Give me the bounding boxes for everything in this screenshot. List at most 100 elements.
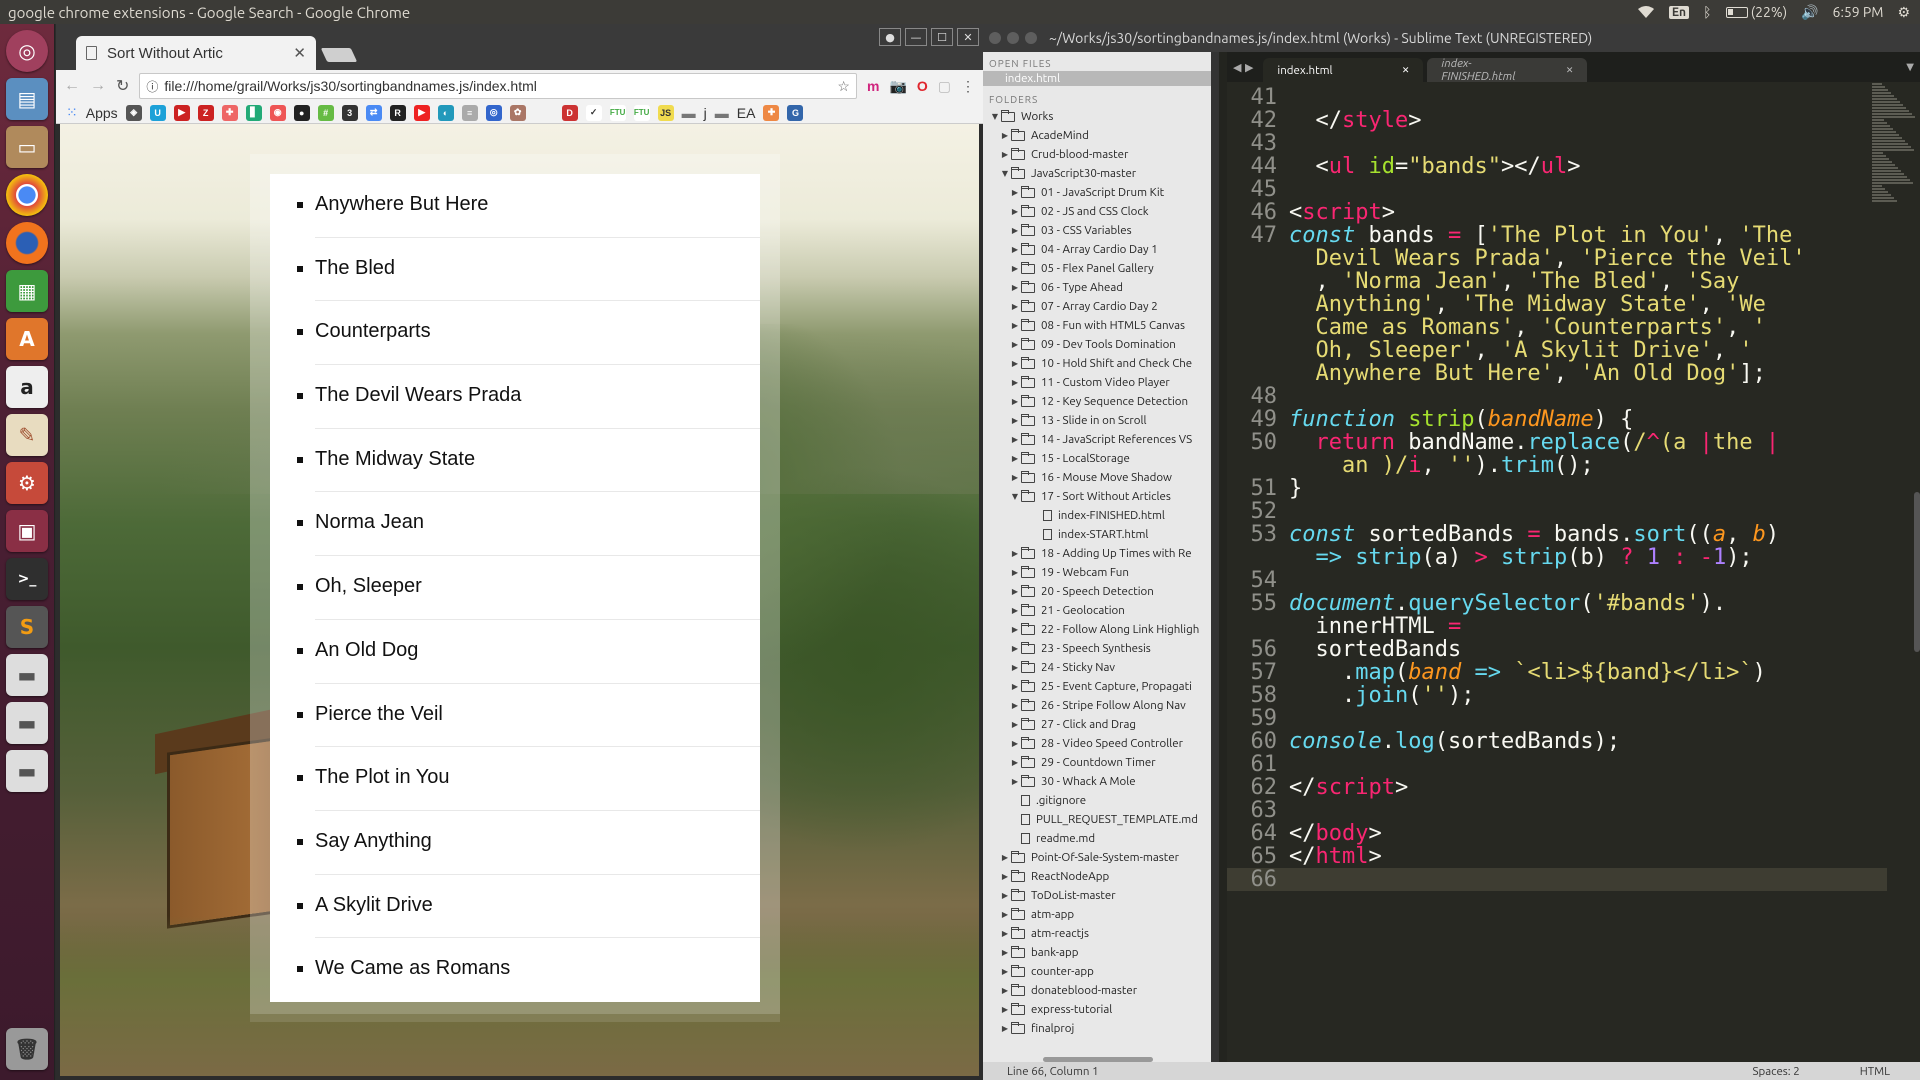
- folder-item[interactable]: ▶ 13 - Slide in on Scroll: [983, 411, 1211, 430]
- open-file-item[interactable]: index.html: [983, 71, 1211, 86]
- folder-item[interactable]: ▶ Crud-blood-master: [983, 145, 1211, 164]
- collapsed-arrow-icon[interactable]: ▶: [1009, 359, 1021, 368]
- software-center-icon[interactable]: A: [6, 318, 48, 360]
- menu-icon[interactable]: ⋮: [961, 78, 975, 95]
- folder-item[interactable]: ▶ 05 - Flex Panel Gallery: [983, 259, 1211, 278]
- spreadsheet-icon[interactable]: ▦: [6, 270, 48, 312]
- info-icon[interactable]: ⓘ: [146, 78, 158, 95]
- text-editor-icon[interactable]: ✎: [6, 414, 48, 456]
- folder-item[interactable]: ▶ 21 - Geolocation: [983, 601, 1211, 620]
- youtube-icon[interactable]: ▶: [413, 104, 430, 121]
- folder-item[interactable]: ▶ 22 - Follow Along Link Highligh: [983, 620, 1211, 639]
- collapsed-arrow-icon[interactable]: ▶: [1009, 549, 1021, 558]
- minimize-button[interactable]: —: [905, 28, 927, 46]
- collapsed-arrow-icon[interactable]: ▶: [1009, 283, 1021, 292]
- folder-item[interactable]: ▶ 24 - Sticky Nav: [983, 658, 1211, 677]
- folder-item[interactable]: ▶ 28 - Video Speed Controller: [983, 734, 1211, 753]
- collapsed-arrow-icon[interactable]: ▶: [1009, 397, 1021, 406]
- battery-indicator[interactable]: (22%): [1725, 4, 1787, 20]
- folder-item[interactable]: ▶ Point-Of-Sale-System-master: [983, 848, 1211, 867]
- drive-icon[interactable]: ▬: [6, 750, 48, 792]
- bookmark-icon[interactable]: 3: [341, 104, 358, 121]
- ubuntu-dash-icon[interactable]: ◎: [6, 30, 48, 72]
- folder-item[interactable]: ▶ atm-reactjs: [983, 924, 1211, 943]
- maximize-button[interactable]: ☐: [931, 28, 953, 46]
- close-tab-icon[interactable]: ✕: [1566, 65, 1574, 76]
- tab-dropdown-icon[interactable]: ▼: [1906, 62, 1914, 73]
- bookmark-icon[interactable]: ≡: [461, 104, 478, 121]
- file-item[interactable]: .gitignore: [983, 791, 1211, 810]
- file-item[interactable]: index-START.html: [983, 525, 1211, 544]
- folder-item[interactable]: ▶ 11 - Custom Video Player: [983, 373, 1211, 392]
- collapsed-arrow-icon[interactable]: ▶: [999, 910, 1011, 919]
- settings-icon[interactable]: ⚙: [6, 462, 48, 504]
- bookmark-icon[interactable]: ◈: [125, 104, 142, 121]
- profile-icon[interactable]: ●: [879, 28, 901, 46]
- bookmark-icon[interactable]: ✚: [221, 104, 238, 121]
- bookmark-icon[interactable]: #: [317, 104, 334, 121]
- bookmark-apps[interactable]: Apps: [86, 105, 118, 121]
- clock[interactable]: 6:59 PM: [1833, 4, 1884, 20]
- bookmark-icon[interactable]: ◉: [269, 104, 286, 121]
- folder-item[interactable]: ▶ express-tutorial: [983, 1000, 1211, 1019]
- folder-item[interactable]: ▶ 26 - Stripe Follow Along Nav: [983, 696, 1211, 715]
- collapsed-arrow-icon[interactable]: ▶: [999, 1005, 1011, 1014]
- bookmark-icon[interactable]: U: [149, 104, 166, 121]
- indentation-setting[interactable]: Spaces: 2: [1752, 1065, 1799, 1078]
- bluetooth-icon[interactable]: ᛒ: [1703, 4, 1711, 20]
- folder-item[interactable]: ▶ 18 - Adding Up Times with Re: [983, 544, 1211, 563]
- collapsed-arrow-icon[interactable]: ▶: [999, 1024, 1011, 1033]
- collapsed-arrow-icon[interactable]: ▶: [1009, 720, 1021, 729]
- collapsed-arrow-icon[interactable]: ▶: [1009, 416, 1021, 425]
- folder-item[interactable]: ▶ 19 - Webcam Fun: [983, 563, 1211, 582]
- folder-item[interactable]: ▶ 01 - JavaScript Drum Kit: [983, 183, 1211, 202]
- folder-item[interactable]: ▶ ReactNodeApp: [983, 867, 1211, 886]
- firefox-icon[interactable]: [6, 222, 48, 264]
- folder-item[interactable]: ▶ bank-app: [983, 943, 1211, 962]
- folder-item[interactable]: ▶ 27 - Click and Drag: [983, 715, 1211, 734]
- folder-item[interactable]: ▶ 02 - JS and CSS Clock: [983, 202, 1211, 221]
- volume-icon[interactable]: 🔊: [1801, 4, 1818, 21]
- folder-item[interactable]: ▶ 07 - Array Cardio Day 2: [983, 297, 1211, 316]
- expanded-arrow-icon[interactable]: ▼: [989, 112, 1001, 121]
- terminal-icon[interactable]: >_: [6, 558, 48, 600]
- chrome-icon[interactable]: [6, 174, 48, 216]
- code-area[interactable]: 41 42 </style> 43 44 <ul id="bands"></ul> 45…: [1227, 82, 1887, 1068]
- bookmark-icon[interactable]: FTU: [609, 104, 626, 121]
- folder-item[interactable]: ▼ 17 - Sort Without Articles: [983, 487, 1211, 506]
- expanded-arrow-icon[interactable]: ▼: [999, 169, 1011, 178]
- forward-icon[interactable]: →: [90, 77, 106, 95]
- collapsed-arrow-icon[interactable]: ▶: [1009, 701, 1021, 710]
- editor-tab[interactable]: index.html ✕: [1263, 58, 1424, 82]
- collapsed-arrow-icon[interactable]: ▶: [1009, 682, 1021, 691]
- close-window-button[interactable]: ✕: [957, 28, 979, 46]
- folder-item[interactable]: ▶ donateblood-master: [983, 981, 1211, 1000]
- folder-item[interactable]: ▶ 25 - Event Capture, Propagati: [983, 677, 1211, 696]
- extension-blank-icon[interactable]: ▢: [938, 78, 951, 95]
- collapsed-arrow-icon[interactable]: ▶: [999, 131, 1011, 140]
- minimap[interactable]: [1872, 82, 1920, 232]
- gear-icon[interactable]: ⚙: [1897, 4, 1910, 21]
- folder-item[interactable]: ▶ 10 - Hold Shift and Check Che: [983, 354, 1211, 373]
- close-tab-icon[interactable]: ✕: [293, 44, 306, 62]
- github-icon[interactable]: ●: [293, 104, 310, 121]
- bookmark-icon[interactable]: ◎: [485, 104, 502, 121]
- collapsed-arrow-icon[interactable]: ▶: [1009, 188, 1021, 197]
- collapsed-arrow-icon[interactable]: ▶: [999, 891, 1011, 900]
- bookmark-folder-ea[interactable]: EA: [737, 105, 756, 121]
- file-manager-icon[interactable]: ▭: [6, 126, 48, 168]
- collapsed-arrow-icon[interactable]: ▶: [1009, 606, 1021, 615]
- bookmark-icon[interactable]: ◐: [437, 104, 454, 121]
- bookmark-icon[interactable]: Z: [197, 104, 214, 121]
- folder-item[interactable]: ▶ atm-app: [983, 905, 1211, 924]
- folder-item[interactable]: ▶ AcadeMind: [983, 126, 1211, 145]
- bookmark-icon[interactable]: JS: [657, 104, 674, 121]
- folder-item[interactable]: ▶ 03 - CSS Variables: [983, 221, 1211, 240]
- bookmark-icon[interactable]: ✓: [585, 104, 602, 121]
- folder-item[interactable]: ▶ 09 - Dev Tools Domination: [983, 335, 1211, 354]
- collapsed-arrow-icon[interactable]: ▶: [999, 948, 1011, 957]
- opera-icon[interactable]: O: [917, 78, 928, 94]
- collapsed-arrow-icon[interactable]: ▶: [1009, 340, 1021, 349]
- sublime-text-icon[interactable]: S: [6, 606, 48, 648]
- folder-item[interactable]: ▶ 30 - Whack A Mole: [983, 772, 1211, 791]
